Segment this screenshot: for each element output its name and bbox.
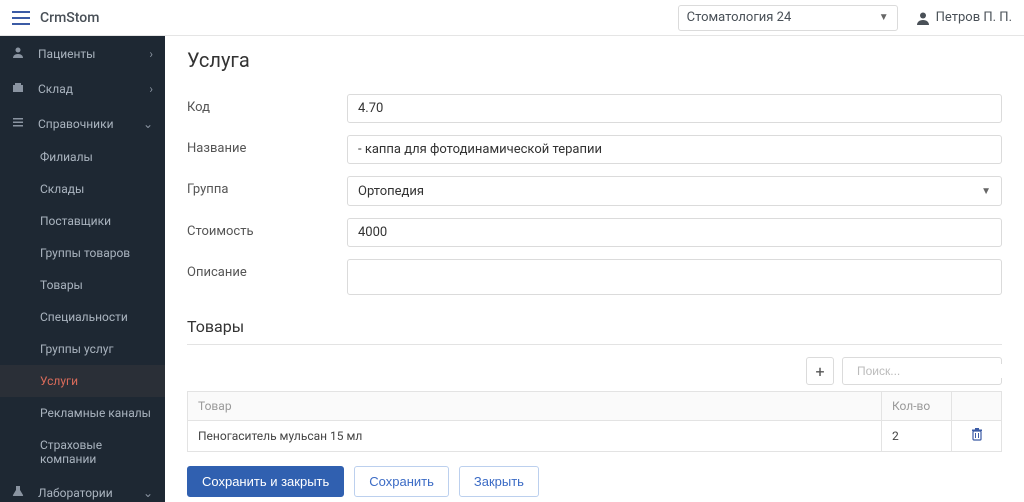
- sidebar-sub-specialties[interactable]: Специальности: [0, 301, 165, 333]
- search-input[interactable]: [857, 364, 1012, 378]
- sidebar-sub-insurance[interactable]: Страховые компании: [0, 429, 165, 475]
- select-group[interactable]: Ортопедия ▼: [347, 176, 1002, 206]
- table-row: Пеногаситель мульсан 15 мл 2: [188, 421, 1002, 452]
- org-select[interactable]: Стоматология 24 ▼: [678, 5, 898, 31]
- caret-down-icon: ▼: [981, 186, 991, 197]
- divider: [187, 344, 1002, 345]
- input-desc[interactable]: [347, 259, 1002, 295]
- input-name[interactable]: [347, 135, 1002, 164]
- delete-row-button[interactable]: [952, 421, 1002, 452]
- sidebar-sub-goods-groups[interactable]: Группы товаров: [0, 237, 165, 269]
- cell-name: Пеногаситель мульсан 15 мл: [188, 421, 882, 452]
- th-actions: [952, 392, 1002, 421]
- chevron-down-icon: ⌄: [143, 486, 153, 500]
- label-name: Название: [187, 135, 347, 156]
- plus-icon: +: [815, 362, 824, 381]
- save-button[interactable]: Сохранить: [354, 466, 449, 497]
- sidebar-item-refs[interactable]: Справочники ⌄: [0, 106, 165, 141]
- th-qty: Кол-во: [882, 392, 952, 421]
- save-close-button[interactable]: Сохранить и закрыть: [187, 466, 344, 497]
- sidebar-item-label: Лаборатории: [38, 486, 113, 500]
- brand-name: CrmStom: [40, 10, 99, 26]
- user-icon: [916, 11, 930, 25]
- sidebar-item-patients[interactable]: Пациенты ›: [0, 36, 165, 71]
- input-price[interactable]: [347, 218, 1002, 247]
- sidebar-sub-ad-channels[interactable]: Рекламные каналы: [0, 397, 165, 429]
- user-menu[interactable]: Петров П. П.: [916, 10, 1012, 25]
- chevron-right-icon: ›: [149, 47, 153, 61]
- trash-icon: [971, 428, 983, 441]
- cell-qty: 2: [882, 421, 952, 452]
- label-price: Стоимость: [187, 218, 347, 239]
- chevron-right-icon: ›: [149, 82, 153, 96]
- patients-icon: [12, 46, 28, 61]
- sidebar-item-label: Пациенты: [38, 47, 96, 61]
- goods-section-title: Товары: [187, 317, 1002, 336]
- th-name: Товар: [188, 392, 882, 421]
- sidebar-item-label: Склад: [38, 82, 73, 96]
- label-desc: Описание: [187, 259, 347, 280]
- page-title: Услуга: [187, 48, 1002, 72]
- sidebar-sub-warehouses[interactable]: Склады: [0, 173, 165, 205]
- org-select-value: Стоматология 24: [687, 10, 792, 25]
- add-good-button[interactable]: +: [806, 357, 834, 385]
- chevron-down-icon: ⌄: [143, 117, 153, 131]
- sidebar: Пациенты › Склад › Справочники ⌄ Филиалы…: [0, 36, 165, 502]
- search-box[interactable]: [842, 357, 1002, 385]
- sidebar-item-warehouse[interactable]: Склад ›: [0, 71, 165, 106]
- sidebar-sub-goods[interactable]: Товары: [0, 269, 165, 301]
- labs-icon: [12, 485, 28, 500]
- list-icon: [12, 116, 28, 131]
- sidebar-sub-services[interactable]: Услуги: [0, 365, 165, 397]
- warehouse-icon: [12, 81, 28, 96]
- goods-table: Товар Кол-во Пеногаситель мульсан 15 мл …: [187, 391, 1002, 452]
- topbar: CrmStom Стоматология 24 ▼ Петров П. П.: [0, 0, 1024, 36]
- close-button[interactable]: Закрыть: [459, 466, 539, 497]
- sidebar-sub-branches[interactable]: Филиалы: [0, 141, 165, 173]
- label-group: Группа: [187, 176, 347, 197]
- sidebar-item-label: Справочники: [38, 117, 114, 131]
- label-code: Код: [187, 94, 347, 115]
- sidebar-sub-suppliers[interactable]: Поставщики: [0, 205, 165, 237]
- input-code[interactable]: [347, 94, 1002, 123]
- sidebar-item-labs[interactable]: Лаборатории ⌄: [0, 475, 165, 502]
- main-content: Услуга Код Название Группа Ортопедия ▼: [165, 36, 1024, 502]
- user-name: Петров П. П.: [936, 10, 1012, 25]
- select-group-value: Ортопедия: [358, 184, 424, 199]
- caret-down-icon: ▼: [879, 12, 889, 23]
- hamburger-icon[interactable]: [12, 11, 30, 25]
- sidebar-sub-service-groups[interactable]: Группы услуг: [0, 333, 165, 365]
